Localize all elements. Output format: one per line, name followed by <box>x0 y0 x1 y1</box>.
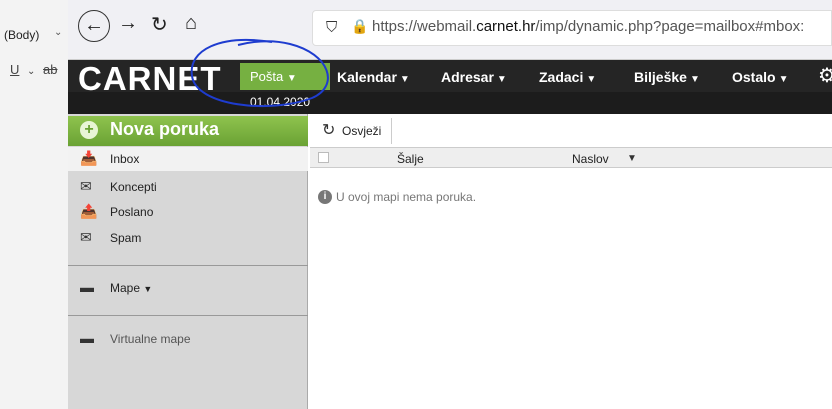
divider <box>68 265 308 266</box>
caret-down-icon: ▼ <box>496 74 507 85</box>
menu-label: Ostalo <box>732 69 776 85</box>
info-icon: i <box>318 190 332 204</box>
menu-zadaci[interactable]: Zadaci ▼ <box>539 69 596 85</box>
menu-kalendar[interactable]: Kalendar ▼ <box>337 69 410 85</box>
folder-label: Inbox <box>110 152 140 166</box>
url-path: /imp/dynamic.php?page=mailbox#mbox: <box>535 18 805 35</box>
menu-adresar[interactable]: Adresar ▼ <box>441 69 507 85</box>
caret-down-icon: ▼ <box>399 74 410 85</box>
column-subject[interactable]: Naslov <box>572 152 609 166</box>
virtual-folders[interactable]: ▬ Virtualne mape <box>68 327 308 351</box>
menu-label: Zadaci <box>539 69 584 85</box>
url-domain: carnet.hr <box>476 18 536 35</box>
folder-icon: ▬ <box>80 279 94 295</box>
menu-label: Adresar <box>441 69 494 85</box>
back-icon[interactable]: ← <box>78 10 110 42</box>
refresh-label[interactable]: Osvježi <box>342 124 381 138</box>
underline-button[interactable]: U <box>10 62 19 77</box>
font-style-box[interactable]: (Body) <box>4 28 39 42</box>
folder-label: Koncepti <box>110 180 157 194</box>
folder-inbox[interactable]: 📥 Inbox <box>68 147 308 171</box>
gear-icon[interactable]: ⚙ <box>818 63 832 88</box>
lock-icon[interactable]: 🔒 <box>351 18 368 35</box>
drafts-icon: ✉ <box>80 178 92 194</box>
folder-drafts[interactable]: ✉ Koncepti <box>68 175 308 199</box>
caret-down-icon: ▼ <box>778 74 789 85</box>
reload-icon[interactable]: ↻ <box>151 12 168 37</box>
folders-label: Mape ▼ <box>110 281 152 295</box>
menu-ostalo[interactable]: Ostalo ▼ <box>732 69 788 85</box>
caret-down-icon: ▼ <box>689 74 700 85</box>
divider <box>68 315 308 316</box>
column-header <box>310 148 832 168</box>
virtual-folders-label: Virtualne mape <box>110 332 191 346</box>
chevron-down-icon[interactable]: ⌄ <box>54 27 62 38</box>
annotation-circle <box>190 38 329 108</box>
folder-add-icon: ▬ <box>80 330 94 346</box>
folders-toggle[interactable]: ▬ Mape ▼ <box>68 276 308 300</box>
caret-down-icon: ▼ <box>586 74 597 85</box>
strikethrough-button[interactable]: ab <box>43 62 57 77</box>
menu-label: Kalendar <box>337 69 397 85</box>
url-prefix: https://webmail. <box>372 18 477 35</box>
sent-icon: 📤 <box>80 203 98 219</box>
sort-caret-icon[interactable]: ▼ <box>627 153 637 164</box>
chevron-down-icon[interactable]: ⌄ <box>27 66 35 77</box>
spam-icon: ✉ <box>80 229 92 245</box>
url-text[interactable]: https://webmail.carnet.hr/imp/dynamic.ph… <box>372 18 804 35</box>
empty-folder-message: U ovoj mapi nema poruka. <box>336 190 477 204</box>
refresh-icon[interactable]: ↻ <box>322 120 335 140</box>
folder-label: Poslano <box>110 205 154 219</box>
folder-sent[interactable]: 📤 Poslano <box>68 200 308 224</box>
new-message-label[interactable]: Nova poruka <box>110 119 219 140</box>
folder-spam[interactable]: ✉ Spam <box>68 226 308 250</box>
word-format-tools: U ⌄ ab <box>10 62 62 77</box>
mape-text: Mape <box>110 281 141 295</box>
menu-label: Bilješke <box>634 69 687 85</box>
forward-icon[interactable]: → <box>118 12 138 35</box>
select-all-checkbox[interactable] <box>318 152 329 163</box>
column-from[interactable]: Šalje <box>397 152 424 166</box>
menu-biljeske[interactable]: Bilješke ▼ <box>634 69 700 85</box>
inbox-icon: 📥 <box>80 150 98 166</box>
plus-icon[interactable]: + <box>80 121 98 139</box>
caret-down-icon: ▼ <box>143 284 153 294</box>
folder-label: Spam <box>110 231 142 245</box>
